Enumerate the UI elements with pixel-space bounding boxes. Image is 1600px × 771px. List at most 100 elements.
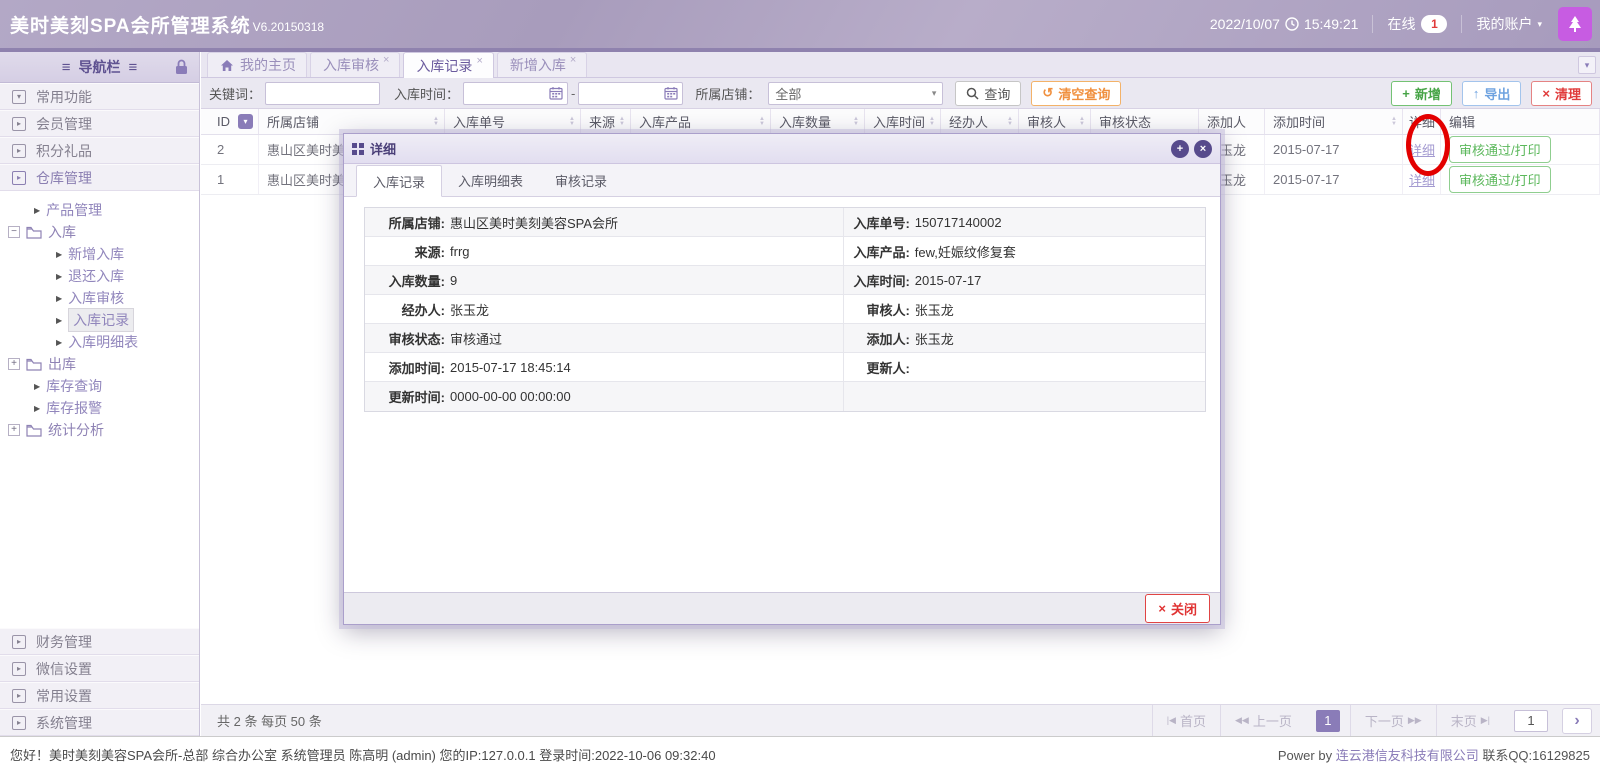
- app-title: 美时美刻SPA会所管理系统: [10, 11, 251, 38]
- leaf-arrow-icon: ▶: [56, 250, 62, 259]
- keyword-input[interactable]: [265, 82, 380, 105]
- tree-item-stock-alert[interactable]: ▶ 库存报警: [0, 397, 199, 419]
- close-icon: ×: [1542, 86, 1550, 101]
- account-menu[interactable]: 我的账户 ▾: [1476, 14, 1542, 34]
- tree-item-inbound-detail-list[interactable]: ▶ 入库明细表: [0, 331, 199, 353]
- column-header-source[interactable]: 来源 ▲▼: [581, 109, 631, 134]
- field-label: 入库单号:: [844, 213, 910, 232]
- close-button[interactable]: ×: [1194, 140, 1212, 158]
- tree-item-new-inbound[interactable]: ▶ 新增入库: [0, 243, 199, 265]
- current-page-indicator[interactable]: 1: [1316, 710, 1340, 732]
- first-page-button[interactable]: |◀ 首页: [1152, 705, 1220, 736]
- tree-branch-outbound[interactable]: + 出库: [0, 353, 199, 375]
- add-button[interactable]: + 新增: [1391, 81, 1452, 106]
- prev-page-button[interactable]: ◀◀ 上一页: [1220, 705, 1306, 736]
- tree-item-inbound-records[interactable]: ▶ 入库记录: [0, 309, 199, 331]
- tab-inbound-records[interactable]: 入库记录 ×: [403, 52, 493, 78]
- lock-icon[interactable]: [174, 59, 189, 75]
- tree-item-return-inbound[interactable]: ▶ 退还入库: [0, 265, 199, 287]
- tree-branch-statistics[interactable]: + 统计分析: [0, 419, 199, 441]
- field-label: 添加时间:: [365, 358, 445, 377]
- sidebar-item-member-management[interactable]: ▸ 会员管理: [0, 110, 199, 137]
- sidebar-item-label: 常用功能: [36, 87, 92, 107]
- tab-close-icon[interactable]: ×: [570, 54, 576, 66]
- modal-close-button[interactable]: × 关闭: [1145, 594, 1210, 623]
- column-header-audit-status[interactable]: 审核状态: [1091, 109, 1199, 134]
- tree-item-inbound-audit[interactable]: ▶ 入库审核: [0, 287, 199, 309]
- audit-print-button[interactable]: 审核通过/打印: [1449, 166, 1551, 193]
- home-icon: [220, 59, 234, 72]
- tab-close-icon[interactable]: ×: [383, 54, 389, 66]
- modal-tab-inbound-record[interactable]: 入库记录: [356, 165, 442, 197]
- sidebar-item-common-functions[interactable]: ▾ 常用功能: [0, 83, 199, 110]
- search-button[interactable]: 查询: [955, 81, 1021, 106]
- column-header-auditor[interactable]: 审核人 ▲▼: [1019, 109, 1091, 134]
- column-selector-icon[interactable]: ▾: [238, 114, 253, 129]
- sidebar-item-finance-management[interactable]: ▸ 财务管理: [0, 628, 199, 655]
- goto-page-input[interactable]: [1514, 710, 1548, 732]
- app-root: 美时美刻SPA会所管理系统 V6.20150318 2022/10/07 15:…: [0, 0, 1600, 771]
- sidebar-item-common-settings[interactable]: ▸ 常用设置: [0, 682, 199, 709]
- audit-print-button[interactable]: 审核通过/打印: [1449, 136, 1551, 163]
- column-header-add-time[interactable]: 添加时间 ▲▼: [1265, 109, 1403, 134]
- grid-icon: [352, 143, 364, 155]
- column-header-quantity[interactable]: 入库数量 ▲▼: [771, 109, 865, 134]
- column-header-id[interactable]: ID ▾: [201, 109, 259, 134]
- field-label: 所属店铺:: [365, 213, 445, 232]
- detail-link[interactable]: 详细: [1409, 170, 1435, 189]
- sort-icon[interactable]: ▲▼: [433, 117, 439, 127]
- clean-button[interactable]: × 清理: [1531, 81, 1592, 106]
- cell-detail: 详细: [1403, 165, 1441, 194]
- detail-link[interactable]: 详细: [1409, 140, 1435, 159]
- sort-icon[interactable]: ▲▼: [619, 117, 625, 127]
- tree-item-product-management[interactable]: ▶ 产品管理: [0, 199, 199, 221]
- date-to-input[interactable]: [578, 82, 683, 105]
- sidebar-item-wechat-settings[interactable]: ▸ 微信设置: [0, 655, 199, 682]
- clear-search-button[interactable]: ↺ 清空查询: [1031, 81, 1121, 106]
- sort-icon[interactable]: ▲▼: [759, 117, 765, 127]
- column-header-adder[interactable]: 添加人: [1199, 109, 1265, 134]
- export-button[interactable]: ↑ 导出: [1462, 81, 1522, 106]
- sort-icon[interactable]: ▲▼: [853, 117, 859, 127]
- header-separator: [1461, 15, 1462, 33]
- modal-tab-inbound-detail-list[interactable]: 入库明细表: [442, 164, 539, 196]
- column-header-handler[interactable]: 经办人 ▲▼: [941, 109, 1019, 134]
- modal-title-bar: 详细 + ×: [344, 134, 1220, 164]
- goto-page-button[interactable]: ›: [1562, 708, 1592, 734]
- tree-item-stock-query[interactable]: ▶ 库存查询: [0, 375, 199, 397]
- column-header-store[interactable]: 所属店铺 ▲▼: [259, 109, 445, 134]
- header-date: 2022/10/07: [1210, 16, 1280, 32]
- store-select[interactable]: 全部 ▾: [768, 82, 943, 105]
- tree-branch-inbound[interactable]: − 入库: [0, 221, 199, 243]
- next-page-button[interactable]: 下一页 ▶▶: [1350, 705, 1436, 736]
- tab-inbound-audit[interactable]: 入库审核 ×: [310, 52, 400, 77]
- company-link[interactable]: 连云港信友科技有限公司: [1336, 748, 1479, 763]
- column-header-product[interactable]: 入库产品 ▲▼: [631, 109, 771, 134]
- cell-detail: 详细: [1403, 135, 1441, 164]
- tab-close-icon[interactable]: ×: [476, 55, 482, 67]
- sidebar-item-points-gifts[interactable]: ▸ 积分礼品: [0, 137, 199, 164]
- column-header-inbound-time[interactable]: 入库时间 ▲▼: [865, 109, 941, 134]
- cell-add-time: 2015-07-17: [1265, 165, 1403, 194]
- column-header-order-no[interactable]: 入库单号 ▲▼: [445, 109, 581, 134]
- expand-plus-icon[interactable]: +: [8, 358, 20, 370]
- tab-overflow-button[interactable]: ▾: [1578, 56, 1596, 74]
- tab-my-home[interactable]: 我的主页: [207, 52, 307, 77]
- modal-tab-audit-record[interactable]: 审核记录: [539, 164, 623, 196]
- sidebar-item-system-management[interactable]: ▸ 系统管理: [0, 709, 199, 736]
- sort-icon[interactable]: ▲▼: [1079, 117, 1085, 127]
- sort-icon[interactable]: ▲▼: [929, 117, 935, 127]
- collapse-minus-icon[interactable]: −: [8, 226, 20, 238]
- expand-plus-icon[interactable]: +: [8, 424, 20, 436]
- sidebar-item-warehouse-management[interactable]: ▸ 仓库管理: [0, 164, 199, 191]
- tab-new-inbound[interactable]: 新增入库 ×: [497, 52, 587, 77]
- maximize-button[interactable]: +: [1171, 140, 1189, 158]
- sort-icon[interactable]: ▲▼: [1007, 117, 1013, 127]
- sort-icon[interactable]: ▲▼: [1391, 117, 1397, 127]
- theme-tree-button[interactable]: [1558, 7, 1592, 41]
- cell-add-time: 2015-07-17: [1265, 135, 1403, 164]
- last-page-button[interactable]: 末页 ▶|: [1436, 705, 1504, 736]
- store-label: 所属店铺：: [695, 84, 760, 103]
- sort-icon[interactable]: ▲▼: [569, 117, 575, 127]
- date-from-input[interactable]: [463, 82, 568, 105]
